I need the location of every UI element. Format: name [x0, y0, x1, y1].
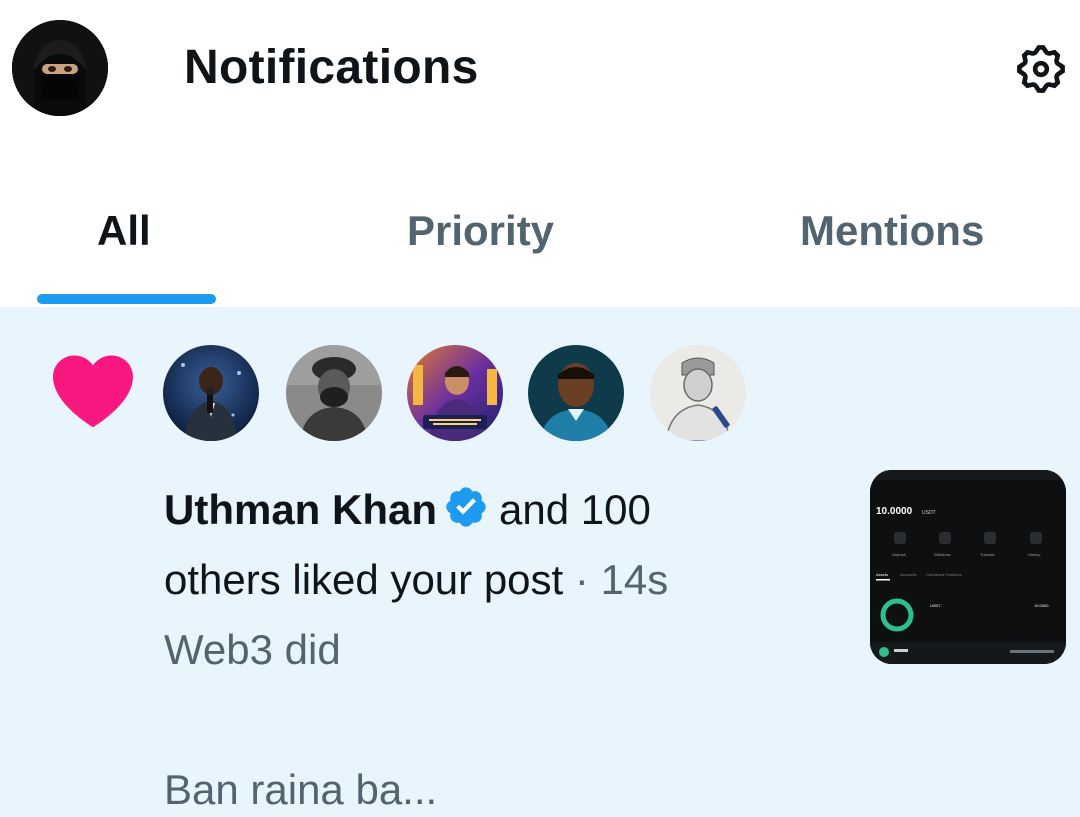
thumbnail-label-history: History: [1028, 552, 1040, 557]
user-name[interactable]: Uthman Khan: [164, 486, 437, 533]
action-text-part2: others liked your post: [164, 556, 564, 603]
thumbnail-currency: USDT: [922, 510, 936, 516]
heart-icon: [53, 355, 133, 428]
notification-line-2: others liked your post · 14s: [164, 545, 764, 615]
liker-avatar-image: [650, 345, 746, 441]
page-title: Notifications: [184, 41, 479, 94]
verified-badge-icon: [446, 487, 486, 527]
tab-priority-label: Priority: [407, 207, 555, 254]
thumbnail-asset-value: 10.0000: [1034, 603, 1049, 608]
action-text-part1: and 100: [499, 486, 651, 533]
thumbnail-tab-assets: Assets: [876, 572, 888, 577]
profile-avatar-image: [12, 20, 108, 116]
post-thumbnail[interactable]: 10.0000 USDT Deposit Withdraw Transfer H…: [870, 470, 1066, 664]
tab-all[interactable]: All: [0, 160, 320, 307]
liker-avatar-image: [286, 345, 382, 441]
tab-mentions-label: Mentions: [800, 207, 985, 254]
header: Notifications: [0, 0, 1080, 140]
liker-avatar-4[interactable]: [528, 345, 624, 441]
tab-all-label: All: [97, 207, 151, 254]
liker-avatar-image: [407, 345, 503, 441]
like-notification[interactable]: Uthman Khan and 100 others liked your pos…: [0, 307, 1080, 817]
liker-avatar-image: [163, 345, 259, 441]
post-preview-line-1: Web3 did: [164, 626, 341, 673]
thumbnail-tab-combined: Combined Positions: [926, 572, 962, 577]
liker-avatar-1[interactable]: [163, 345, 259, 441]
notification-line-1: Uthman Khan and 100: [164, 475, 764, 545]
thumbnail-asset-name: USDT: [930, 603, 941, 608]
profile-avatar[interactable]: [12, 20, 108, 116]
notifications-page: Notifications All Priority Mentions Uthm…: [0, 0, 1080, 817]
preview-spacer: [164, 685, 764, 755]
thumbnail-tab-accounts: Accounts: [900, 572, 916, 577]
liker-avatar-2[interactable]: [286, 345, 382, 441]
timestamp: 14s: [600, 556, 669, 603]
thumbnail-image: 10.0000 USDT Deposit Withdraw Transfer H…: [870, 470, 1066, 664]
thumbnail-label-withdraw: Withdraw: [934, 552, 951, 557]
post-preview-line-2: Ban raina ba...: [164, 766, 438, 813]
settings-button[interactable]: [1012, 40, 1070, 98]
time-separator: ·: [574, 556, 589, 603]
notification-tabs: All Priority Mentions: [0, 160, 1080, 307]
liker-avatar-5[interactable]: [650, 345, 746, 441]
liker-avatar-3[interactable]: [407, 345, 503, 441]
thumbnail-balance: 10.0000: [876, 506, 913, 517]
gear-icon: [1017, 45, 1065, 93]
thumbnail-label-deposit: Deposit: [892, 552, 906, 557]
liker-avatar-image: [528, 345, 624, 441]
active-tab-indicator: [37, 294, 216, 304]
thumbnail-label-transfer: Transfer: [980, 552, 995, 557]
notification-text: Uthman Khan and 100 others liked your pos…: [164, 475, 764, 817]
